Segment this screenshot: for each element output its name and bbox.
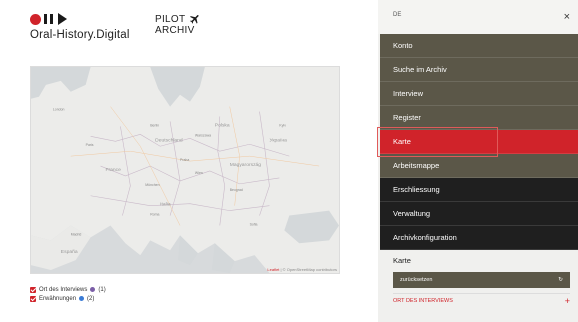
svg-text:Україна: Україна	[269, 137, 287, 143]
menu-item-label: Konto	[393, 41, 413, 50]
menu-item-register[interactable]: Register	[380, 106, 578, 130]
svg-text:Polska: Polska	[215, 122, 230, 128]
svg-text:London: London	[53, 108, 65, 112]
play-icon	[58, 13, 67, 25]
blue-dot-icon	[79, 296, 85, 301]
svg-text:Paris: Paris	[86, 143, 94, 147]
svg-text:Warszawa: Warszawa	[195, 133, 211, 137]
archive-name[interactable]: PILOT ARCHIV	[155, 13, 201, 36]
karte-panel-title: Karte	[393, 256, 411, 265]
menu-item-label: Erschliessung	[393, 185, 440, 194]
archive-name-line1: PILOT	[155, 13, 186, 25]
pause-bar-icon	[44, 14, 47, 24]
svg-text:Italia: Italia	[160, 202, 171, 208]
karte-panel: Karte zurücksetzen ↻ ORT DES INTERVIEWS …	[378, 250, 578, 307]
svg-text:München: München	[145, 183, 159, 187]
menu-item-interview[interactable]: Interview	[380, 82, 578, 106]
menu-item-erschliessung[interactable]: Erschliessung	[380, 178, 578, 202]
legend-label: Erwähnungen	[39, 295, 77, 302]
logo-text: Oral-History.Digital	[30, 29, 130, 41]
main-area: Oral-History.Digital PILOT ARCHIV London…	[0, 0, 378, 322]
legend-row-interview-location[interactable]: Ort des Interviews (1)	[30, 285, 106, 294]
attribution-text: | © OpenStreetMap contributors	[280, 267, 337, 272]
menu-item-label: Interview	[393, 89, 424, 98]
reset-button[interactable]: zurücksetzen ↻	[393, 272, 570, 288]
svg-text:Berlin: Berlin	[150, 123, 159, 127]
map[interactable]: London Paris Berlin Warszawa Praha Wien …	[30, 66, 340, 274]
attribution-link[interactable]: Leaflet	[267, 267, 279, 272]
menu-item-suche-im-archiv[interactable]: Suche im Archiv	[380, 58, 578, 82]
reset-icon: ↻	[558, 277, 563, 283]
legend-row-mentions[interactable]: Erwähnungen (2)	[30, 294, 106, 303]
europe-map-graphic[interactable]: London Paris Berlin Warszawa Praha Wien …	[31, 67, 339, 273]
checkbox-icon[interactable]	[30, 295, 36, 302]
menu-item-label: Karte	[393, 137, 411, 146]
interview-location-accordion[interactable]: ORT DES INTERVIEWS +	[393, 293, 570, 307]
svg-text:Sofia: Sofia	[250, 222, 258, 226]
purple-dot-icon	[90, 287, 96, 292]
accordion-label: ORT DES INTERVIEWS	[393, 297, 453, 304]
pause-bar-icon	[50, 14, 53, 24]
map-attribution: Leaflet | © OpenStreetMap contributors	[267, 267, 337, 272]
menu-item-label: Archivkonfiguration	[393, 233, 457, 242]
menu-item-label: Suche im Archiv	[393, 65, 447, 74]
svg-text:Beograd: Beograd	[230, 188, 243, 192]
svg-text:Deutschland: Deutschland	[155, 137, 183, 143]
sidebar: DE × Konto Suche im Archiv Interview Reg…	[377, 0, 578, 322]
language-selector[interactable]: DE	[393, 12, 401, 18]
svg-text:España: España	[61, 249, 78, 255]
legend-count: (1)	[98, 286, 106, 293]
menu-item-verwaltung[interactable]: Verwaltung	[380, 202, 578, 226]
plus-icon[interactable]: +	[565, 296, 570, 306]
legend-count: (2)	[87, 295, 95, 302]
svg-text:Wien: Wien	[195, 171, 203, 175]
svg-text:Roma: Roma	[150, 213, 159, 217]
menu-item-label: Register	[393, 113, 421, 122]
legend-label: Ort des Interviews	[39, 286, 88, 293]
svg-text:Kyiv: Kyiv	[279, 123, 286, 127]
menu-item-label: Arbeitsmappe	[393, 161, 440, 170]
record-dot-icon	[30, 13, 41, 25]
reset-button-label: zurücksetzen	[400, 277, 433, 283]
menu-item-arbeitsmappe[interactable]: Arbeitsmappe	[380, 154, 578, 178]
map-legend: Ort des Interviews (1) Erwähnungen (2)	[30, 285, 106, 303]
svg-text:Magyarország: Magyarország	[230, 162, 262, 168]
svg-text:France: France	[106, 167, 122, 173]
menu-item-archivkonfiguration[interactable]: Archivkonfiguration	[380, 226, 578, 250]
menu-item-karte[interactable]: Karte	[377, 127, 578, 157]
svg-text:Madrid: Madrid	[71, 232, 82, 236]
sidebar-header: DE ×	[378, 0, 578, 34]
archive-name-line2: ARCHIV	[155, 25, 195, 36]
svg-text:Praha: Praha	[180, 158, 189, 162]
logo[interactable]: Oral-History.Digital	[30, 12, 130, 41]
menu-item-konto[interactable]: Konto	[380, 34, 578, 58]
checkbox-icon[interactable]	[30, 286, 36, 293]
close-icon[interactable]: ×	[564, 11, 570, 23]
logo-mark	[30, 12, 130, 26]
menu-item-label: Verwaltung	[393, 209, 431, 218]
airplane-icon	[190, 15, 199, 24]
